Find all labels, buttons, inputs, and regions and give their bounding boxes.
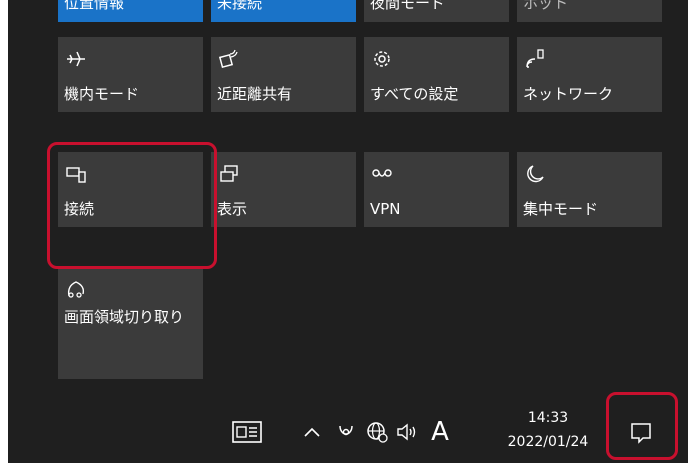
chevron-up-icon[interactable] [300,420,324,444]
tile-label: 夜間モード [370,0,446,12]
network-icon [523,47,547,71]
tile-label: 機内モード [64,85,140,103]
tile-label: VPN [370,200,401,218]
nearby-share-icon [217,47,241,71]
night-light-tile[interactable]: 夜間モード [364,0,509,22]
clock-date: 2022/01/24 [507,434,589,450]
airplane-mode-tile[interactable]: 機内モード [58,37,203,112]
all-settings-tile[interactable]: すべての設定 [364,37,509,112]
tile-label: 位置情報 [64,0,125,12]
action-center-button[interactable] [618,414,664,452]
tile-label: 近距離共有 [217,85,293,103]
snip-icon [64,277,88,301]
airplane-icon [64,47,88,71]
focus-assist-tile[interactable]: 集中モード [517,152,662,227]
project-icon [217,162,241,186]
globe-icon[interactable] [364,420,390,444]
network-tile[interactable]: ネットワーク [517,37,662,112]
moon-icon [523,162,547,186]
tile-label: 集中モード [523,200,599,218]
action-center-panel: 位置情報 未接続 夜間モード ホット 機内モード 近距離共有 すべての設定 ネッ… [8,0,688,400]
vpn-tile[interactable]: VPN [364,152,509,227]
hotspot-tile[interactable]: ホット [517,0,662,22]
tile-label: 画面領域切り取り [64,308,185,326]
connect-tile[interactable]: 接続 [58,152,203,227]
tile-label: 未接続 [217,0,263,12]
clock[interactable]: 14:33 2022/01/24 [503,410,593,456]
tile-label: すべての設定 [370,85,459,103]
clock-time: 14:33 [527,410,569,426]
camera-icon[interactable] [334,420,358,444]
project-tile[interactable]: 表示 [211,152,356,227]
news-widget-icon[interactable] [230,418,264,446]
tile-label: ネットワーク [523,85,614,103]
tile-label: ホット [523,0,569,12]
speaker-icon[interactable] [395,420,421,444]
tile-label: 接続 [64,200,95,218]
taskbar: A 14:33 2022/01/24 [8,392,688,463]
location-tile[interactable]: 位置情報 [58,0,203,22]
connect-icon [64,162,88,186]
tile-label: 表示 [217,200,248,218]
vpn-icon [370,162,394,186]
vpn-status-tile[interactable]: 未接続 [211,0,356,22]
snip-tile[interactable]: 画面領域切り取り [58,267,203,379]
ime-indicator[interactable]: A [426,416,454,448]
gear-icon [370,47,394,71]
nearby-share-tile[interactable]: 近距離共有 [211,37,356,112]
